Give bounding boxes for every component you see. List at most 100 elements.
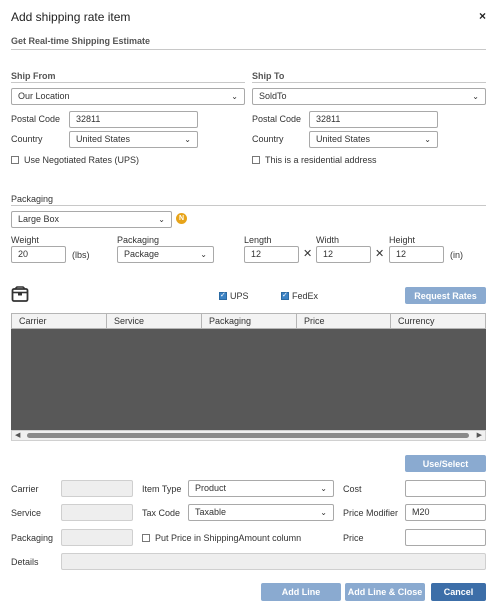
chevron-down-icon: ⌄ [158, 215, 165, 224]
packaging-line-field [61, 529, 133, 546]
packaging-heading: Packaging [11, 194, 54, 204]
chevron-down-icon: ⌄ [200, 250, 207, 259]
item-type-label: Item Type [142, 484, 182, 494]
details-label: Details [11, 557, 39, 567]
ship-from-country-value: United States [76, 134, 131, 144]
column-header[interactable]: Packaging [202, 314, 297, 328]
price-label: Price [343, 533, 364, 543]
service-field [61, 504, 133, 521]
divider [11, 49, 486, 50]
service-label: Service [11, 508, 42, 518]
add-line-button[interactable]: Add Line [261, 583, 341, 601]
negotiated-rates-checkbox[interactable] [11, 156, 19, 164]
rates-grid-body[interactable] [11, 329, 486, 430]
ship-to-select[interactable]: SoldTo ⌄ [252, 88, 486, 105]
ship-to-postal-input[interactable]: 32811 [309, 111, 438, 128]
scroll-left-icon[interactable]: ◀ [15, 431, 20, 439]
height-label: Height [389, 235, 416, 245]
weight-input[interactable]: 20 [11, 246, 66, 263]
price-modifier-input[interactable]: M20 [405, 504, 486, 521]
ups-option[interactable]: UPS [219, 291, 249, 301]
ship-from-country-label: Country [11, 134, 43, 144]
ship-from-postal-input[interactable]: 32811 [69, 111, 198, 128]
chevron-down-icon: ⌄ [472, 92, 479, 101]
residential-option[interactable]: This is a residential address [252, 155, 377, 165]
cost-label: Cost [343, 484, 362, 494]
chevron-down-icon: ⌄ [231, 92, 238, 101]
cancel-button[interactable]: Cancel [431, 583, 486, 601]
close-icon[interactable]: × [479, 9, 486, 23]
ship-to-country-label: Country [252, 134, 284, 144]
add-line-close-button[interactable]: Add Line & Close [345, 583, 425, 601]
chevron-down-icon: ⌄ [424, 135, 431, 144]
n-badge-icon[interactable]: N [176, 213, 187, 224]
length-label: Length [244, 235, 272, 245]
use-select-button[interactable]: Use/Select [405, 455, 486, 472]
item-type-select[interactable]: Product ⌄ [188, 480, 334, 497]
column-header[interactable]: Currency [391, 314, 485, 328]
ship-to-country-value: United States [316, 134, 371, 144]
box-value: Large Box [18, 214, 60, 224]
price-input[interactable] [405, 529, 486, 546]
put-price-label: Put Price in ShippingAmount column [155, 533, 302, 543]
carrier-field [61, 480, 133, 497]
ship-from-country-select[interactable]: United States ⌄ [69, 131, 198, 148]
times-icon: ✕ [303, 248, 313, 260]
item-type-value: Product [195, 483, 227, 493]
request-rates-button[interactable]: Request Rates [405, 287, 486, 304]
chevron-down-icon: ⌄ [320, 508, 327, 517]
box-select[interactable]: Large Box ⌄ [11, 211, 172, 228]
ship-from-heading: Ship From [11, 71, 56, 81]
package-box-icon [11, 286, 29, 304]
weight-label: Weight [11, 235, 39, 245]
fedex-label: FedEx [292, 291, 319, 301]
column-header[interactable]: Price [297, 314, 391, 328]
negotiated-rates-option[interactable]: Use Negotiated Rates (UPS) [11, 155, 139, 165]
horizontal-scrollbar[interactable]: ◀ ▶ [11, 430, 486, 441]
tax-code-label: Tax Code [142, 508, 181, 518]
fedex-option[interactable]: FedEx [281, 291, 318, 301]
packaging-type-value: Package [124, 249, 160, 259]
put-price-option[interactable]: Put Price in ShippingAmount column [142, 533, 301, 543]
ship-from-select[interactable]: Our Location ⌄ [11, 88, 245, 105]
ship-to-value: SoldTo [259, 91, 287, 101]
dimension-unit: (in) [450, 250, 463, 260]
carrier-label: Carrier [11, 484, 39, 494]
negotiated-rates-label: Use Negotiated Rates (UPS) [24, 155, 140, 165]
chevron-down-icon: ⌄ [320, 484, 327, 493]
height-input[interactable]: 12 [389, 246, 444, 263]
divider [252, 82, 486, 83]
scroll-thumb[interactable] [27, 433, 469, 438]
width-input[interactable]: 12 [316, 246, 371, 263]
ship-from-postal-label: Postal Code [11, 114, 61, 124]
divider [11, 205, 486, 206]
tax-code-value: Taxable [195, 507, 227, 517]
chevron-down-icon: ⌄ [184, 135, 191, 144]
tax-code-select[interactable]: Taxable ⌄ [188, 504, 334, 521]
column-header[interactable]: Carrier [12, 314, 107, 328]
scroll-right-icon[interactable]: ▶ [477, 431, 482, 439]
packaging-type-select[interactable]: Package ⌄ [117, 246, 214, 263]
rates-grid-header: Carrier Service Packaging Price Currency [11, 313, 486, 329]
estimate-heading: Get Real-time Shipping Estimate [11, 36, 151, 46]
width-label: Width [316, 235, 340, 245]
weight-unit: (lbs) [72, 250, 90, 260]
details-field [61, 553, 486, 570]
length-input[interactable]: 12 [244, 246, 299, 263]
times-icon: ✕ [375, 248, 385, 260]
ship-to-heading: Ship To [252, 71, 285, 81]
ups-label: UPS [230, 291, 249, 301]
column-header[interactable]: Service [107, 314, 202, 328]
cost-input[interactable] [405, 480, 486, 497]
dialog-title: Add shipping rate item [11, 10, 131, 24]
packaging-type-label: Packaging [117, 235, 160, 245]
ups-checkbox[interactable] [219, 291, 227, 300]
ship-to-country-select[interactable]: United States ⌄ [309, 131, 438, 148]
packaging-line-label: Packaging [11, 533, 54, 543]
residential-checkbox[interactable] [252, 156, 260, 164]
divider [11, 82, 245, 83]
put-price-checkbox[interactable] [142, 534, 150, 542]
fedex-checkbox[interactable] [281, 291, 289, 300]
price-modifier-label: Price Modifier [343, 508, 399, 518]
residential-label: This is a residential address [265, 155, 377, 165]
